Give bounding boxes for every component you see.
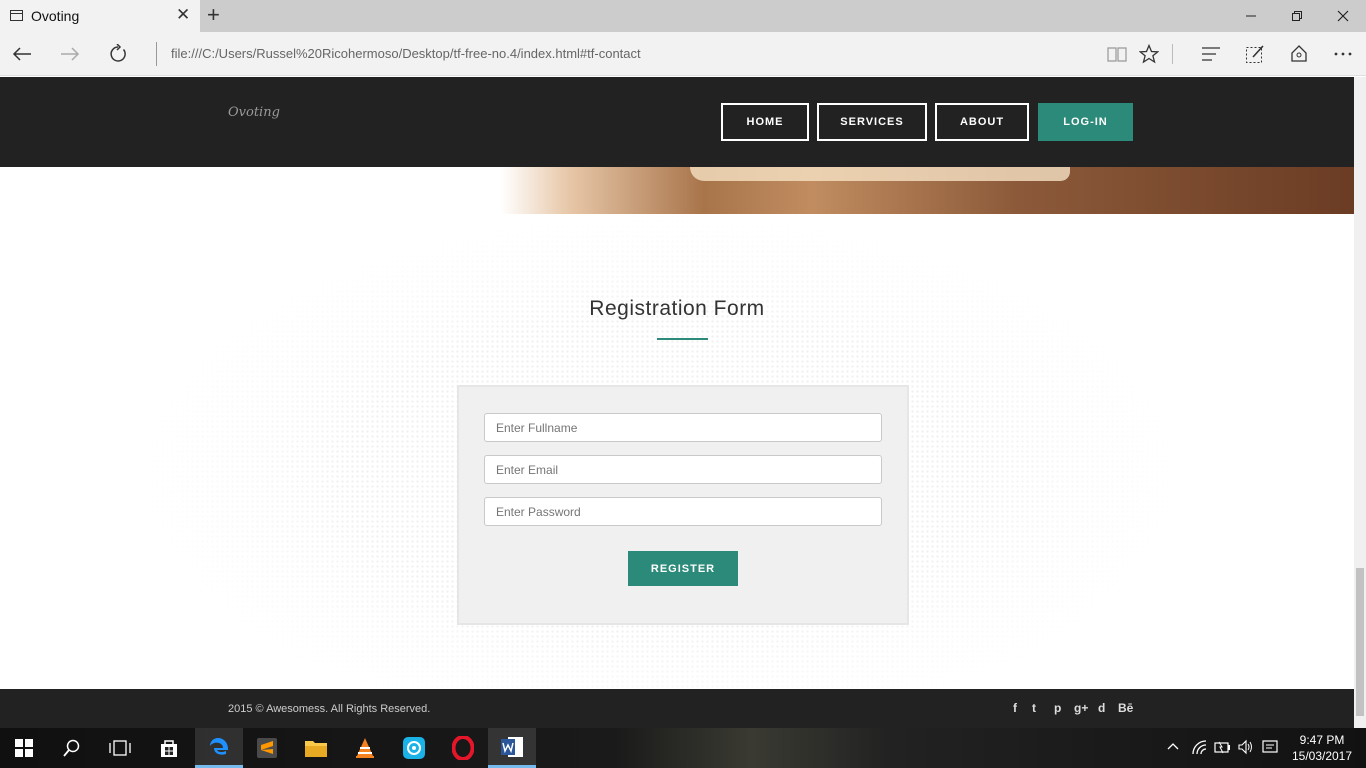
system-clock[interactable]: 9:47 PM 15/03/2017 bbox=[1284, 732, 1360, 764]
nav-about-button[interactable]: ABOUT bbox=[935, 103, 1029, 141]
shareit-icon[interactable] bbox=[390, 728, 438, 768]
toolbar-divider bbox=[1172, 44, 1173, 64]
more-icon[interactable] bbox=[1328, 40, 1358, 68]
web-note-icon[interactable] bbox=[1240, 40, 1270, 68]
store-icon[interactable] bbox=[145, 728, 193, 768]
email-field[interactable] bbox=[484, 455, 882, 484]
address-bar: file:///C:/Users/Russel%20Ricohermoso/De… bbox=[0, 32, 1366, 76]
vlc-icon[interactable] bbox=[341, 728, 389, 768]
task-view-icon[interactable] bbox=[96, 728, 144, 768]
behance-icon[interactable]: Bē bbox=[1118, 701, 1133, 715]
share-icon[interactable] bbox=[1284, 40, 1314, 68]
twitter-icon[interactable]: t bbox=[1032, 701, 1036, 715]
edge-icon[interactable] bbox=[195, 728, 243, 768]
opera-icon[interactable] bbox=[439, 728, 487, 768]
restore-icon[interactable] bbox=[1274, 0, 1320, 32]
word-icon[interactable] bbox=[488, 728, 536, 768]
clock-date: 15/03/2017 bbox=[1291, 749, 1353, 763]
dribbble-icon[interactable]: d bbox=[1098, 701, 1105, 715]
back-icon[interactable] bbox=[6, 40, 38, 68]
wifi-icon[interactable] bbox=[1191, 739, 1207, 758]
fullname-field[interactable] bbox=[484, 413, 882, 442]
refresh-icon[interactable] bbox=[102, 40, 134, 68]
minimize-icon[interactable] bbox=[1228, 0, 1274, 32]
tab-title: Ovoting bbox=[31, 8, 80, 24]
register-button[interactable]: REGISTER bbox=[628, 551, 738, 586]
new-tab-button[interactable]: + bbox=[207, 4, 220, 26]
windows-taskbar: 9:47 PM 15/03/2017 bbox=[0, 728, 1366, 768]
search-icon[interactable] bbox=[48, 728, 96, 768]
scrollbar-thumb[interactable] bbox=[1356, 568, 1364, 716]
page-icon bbox=[10, 10, 23, 21]
favorite-star-icon[interactable] bbox=[1134, 40, 1164, 68]
file-explorer-icon[interactable] bbox=[292, 728, 340, 768]
volume-icon[interactable] bbox=[1238, 739, 1254, 758]
password-field[interactable] bbox=[484, 497, 882, 526]
nav-services-button[interactable]: SERVICES bbox=[817, 103, 927, 141]
hub-icon[interactable] bbox=[1196, 40, 1226, 68]
site-header: Ovoting HOME SERVICES ABOUT LOG-IN bbox=[0, 77, 1354, 167]
browser-tab-bar: Ovoting ✕ + bbox=[0, 0, 1366, 32]
title-underline bbox=[657, 338, 708, 340]
reading-view-icon[interactable] bbox=[1102, 40, 1132, 68]
close-tab-icon[interactable]: ✕ bbox=[176, 6, 190, 24]
page-viewport: Ovoting HOME SERVICES ABOUT LOG-IN Regis… bbox=[0, 77, 1354, 728]
notifications-icon[interactable] bbox=[1262, 739, 1278, 758]
copyright-text: 2015 © Awesomess. All Rights Reserved. bbox=[228, 703, 431, 715]
form-title: Registration Form bbox=[589, 297, 765, 320]
clock-time: 9:47 PM bbox=[1299, 733, 1345, 747]
site-logo[interactable]: Ovoting bbox=[228, 105, 280, 120]
browser-tab[interactable]: Ovoting ✕ bbox=[0, 0, 200, 32]
chevron-up-icon[interactable] bbox=[1167, 739, 1179, 754]
start-icon[interactable] bbox=[0, 728, 48, 768]
sublime-icon[interactable] bbox=[243, 728, 291, 768]
facebook-icon[interactable]: f bbox=[1013, 701, 1017, 715]
site-footer: 2015 © Awesomess. All Rights Reserved. f… bbox=[0, 689, 1354, 728]
nav-login-button[interactable]: LOG-IN bbox=[1038, 103, 1133, 141]
nav-home-button[interactable]: HOME bbox=[721, 103, 809, 141]
google-plus-icon[interactable]: g+ bbox=[1074, 701, 1088, 715]
close-icon[interactable] bbox=[1320, 0, 1366, 32]
battery-icon[interactable] bbox=[1214, 739, 1232, 758]
hero-image-strip bbox=[0, 167, 1354, 214]
forward-icon[interactable] bbox=[54, 40, 86, 68]
pinterest-icon[interactable]: p bbox=[1054, 701, 1061, 715]
url-field[interactable]: file:///C:/Users/Russel%20Ricohermoso/De… bbox=[156, 42, 641, 66]
